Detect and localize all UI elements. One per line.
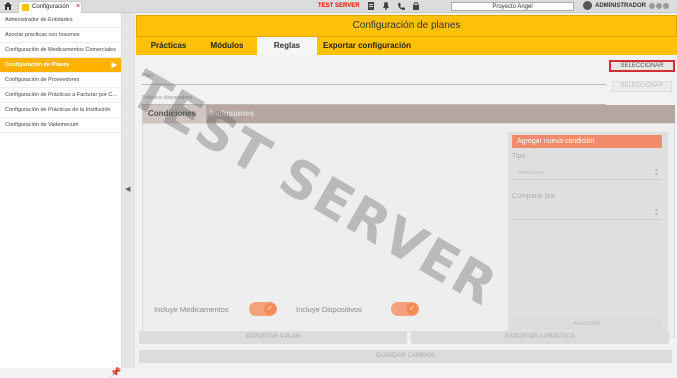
dot-icon[interactable] (649, 3, 655, 9)
updown-icon: ▴ ▾ (654, 207, 658, 218)
sidebar-item-practicas-facturar[interactable]: Configuración de Prácticas a Facturar po… (0, 88, 121, 103)
subtab-inclusiones[interactable]: Inclusiones (210, 105, 270, 123)
subtab-bar: Condiciones Inclusiones (142, 105, 675, 123)
bell-icon[interactable] (382, 2, 390, 10)
comparar-label: Comparar por (512, 193, 556, 200)
sidebar-item-insumos[interactable]: Asociar practicas con Insumos (0, 28, 121, 43)
conditions-area: Agregar nueva condición Tipo Seleccione … (142, 123, 675, 338)
document-icon[interactable] (367, 2, 375, 10)
sidebar-item-entidades[interactable]: Administrador de Entidades (0, 13, 121, 28)
server-label: TEST SERVER (318, 3, 360, 9)
subtab-condiciones[interactable]: Condiciones (142, 105, 206, 123)
tipo-select[interactable]: Seleccione ▴ ▾ (512, 167, 662, 180)
pin-icon[interactable]: 📌 (110, 367, 121, 378)
check-icon: ✓ (406, 303, 418, 315)
comparar-select[interactable]: ▴ ▾ (512, 207, 662, 220)
select-plan-button[interactable]: SELECCIONAR (609, 60, 675, 72)
condition-panel: Agregar nueva condición Tipo Seleccione … (508, 132, 668, 332)
phone-icon[interactable] (397, 2, 405, 10)
export-plan-button[interactable]: EXPORTAR A PLAN (139, 331, 407, 344)
practice-label: Práctica disparadora (142, 95, 193, 101)
tab-reglas[interactable]: Reglas (257, 37, 317, 55)
home-icon[interactable] (3, 1, 13, 11)
window-controls[interactable] (649, 3, 670, 11)
lock-icon[interactable] (412, 2, 420, 10)
close-icon[interactable]: × (76, 3, 80, 10)
toggle-meds-label: Incluye Medicamentos (154, 305, 229, 314)
top-bar: Configuración × TEST SERVER Proyecto Ang… (0, 0, 677, 13)
add-condition-button[interactable]: Agregar nueva condición (512, 135, 662, 148)
chevron-left-icon[interactable]: ◀ (125, 185, 130, 193)
plan-input[interactable] (142, 84, 606, 85)
dot-icon[interactable] (663, 3, 669, 9)
sidebar-item-planes[interactable]: Configuración de Planes ▶ (0, 58, 121, 73)
project-selector[interactable]: Proyecto Angel (451, 2, 574, 11)
collapse-sidebar-bar[interactable]: ◀ (122, 13, 135, 368)
toggle-meds[interactable]: ✓ (249, 302, 277, 316)
sidebar-item-proveedores[interactable]: Configuración de Proveedores (0, 73, 121, 88)
save-changes-button[interactable]: GUARDAR CAMBIOS (139, 350, 672, 363)
tipo-label: Tipo (512, 153, 526, 160)
tab-label: Configuración (32, 4, 70, 10)
sidebar-item-medicamentos[interactable]: Configuración de Medicamentos Comerciale… (0, 43, 121, 58)
dot-icon[interactable] (656, 3, 662, 9)
tab-modulos[interactable]: Módulos (197, 37, 257, 55)
updown-icon: ▴ ▾ (654, 167, 658, 178)
sidebar-item-vademecum[interactable]: Configuración de Vademecum (0, 118, 121, 133)
toggle-devices-label: Incluye Dispositivos (296, 305, 362, 314)
tab-exportar[interactable]: Exportar configuración (317, 37, 417, 55)
sidebar-item-practicas-institucion[interactable]: Configuración de Prácticas de la Institu… (0, 103, 121, 118)
chevron-right-icon: ▶ (111, 62, 117, 69)
main-panel: Configuración de planes Prácticas Módulo… (136, 13, 677, 368)
tab-practicas[interactable]: Prácticas (140, 37, 197, 55)
app-icon (22, 4, 29, 11)
page-title: Configuración de planes (136, 15, 677, 37)
select-practice-button[interactable]: SELECCIONAR (612, 81, 672, 92)
tab-bar: Prácticas Módulos Reglas Exportar config… (136, 37, 677, 55)
sidebar: Administrador de Entidades Asociar pract… (0, 13, 122, 377)
sidebar-item-label: Configuración de Planes (5, 62, 70, 68)
tipo-value: Seleccione (518, 170, 545, 176)
user-name[interactable]: ADMINISTRADOR (595, 3, 646, 9)
plan-label: Plan (142, 73, 154, 79)
toggle-devices[interactable]: ✓ (391, 302, 419, 316)
tab-configuracion[interactable]: Configuración × (18, 1, 82, 13)
user-avatar-icon[interactable] (583, 1, 592, 10)
check-icon: ✓ (264, 303, 276, 315)
export-practice-button[interactable]: EXPORTAR A PRÁCTICA (411, 331, 669, 344)
add-button[interactable]: AGREGAR (512, 318, 662, 330)
